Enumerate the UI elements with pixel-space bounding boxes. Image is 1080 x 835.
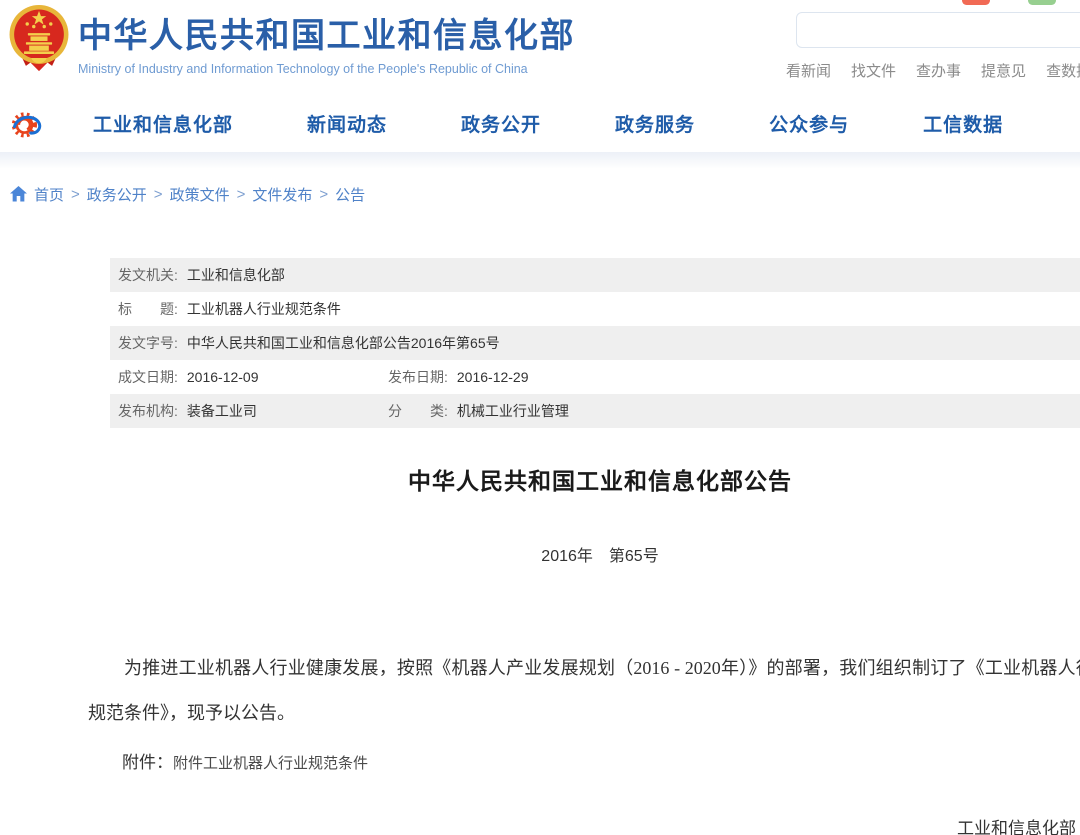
breadcrumb-home[interactable]: 首页 xyxy=(34,184,64,205)
meta-value: 2016-12-09 xyxy=(187,369,259,385)
quick-links: 看新闻 找文件 查办事 提意见 查数据 xyxy=(786,60,1080,81)
nav-item-miit-data[interactable]: 工信数据 xyxy=(923,110,1003,137)
nav-item-miit[interactable]: 工业和信息化部 xyxy=(93,110,233,137)
meta-row-title: 标 题: 工业机器人行业规范条件 xyxy=(110,292,1080,326)
breadcrumb-separator: > xyxy=(154,186,163,203)
site-subtitle-en: Ministry of Industry and Information Tec… xyxy=(78,62,575,76)
meta-label: 成文日期: xyxy=(118,367,178,387)
meta-label: 发文机关: xyxy=(118,265,178,285)
nav-item-gov-services[interactable]: 政务服务 xyxy=(615,110,695,137)
green-button-partial-icon[interactable] xyxy=(1028,0,1056,5)
browser-page: 中华人民共和国工业和信息化部 Ministry of Industry and … xyxy=(0,0,1080,835)
breadcrumb-separator: > xyxy=(319,186,328,203)
meta-label: 发布日期: xyxy=(388,367,448,387)
nav-item-gov-disclosure[interactable]: 政务公开 xyxy=(461,110,541,137)
article-paragraph: 为推进工业机器人行业健康发展，按照《机器人产业发展规划（2016 - 2020年… xyxy=(88,646,1080,736)
article-title: 中华人民共和国工业和信息化部公告 xyxy=(88,462,1080,496)
quick-link-files[interactable]: 找文件 xyxy=(851,60,896,81)
signature-signer: 工业和信息化部 xyxy=(88,813,1076,835)
quick-link-data[interactable]: 查数据 xyxy=(1046,60,1080,81)
quick-link-services[interactable]: 查办事 xyxy=(916,60,961,81)
meta-label: 分 类: xyxy=(388,401,448,421)
attachment-line: 附件：附件工业机器人行业规范条件 xyxy=(88,748,1080,773)
main-nav: 工业和信息化部 新闻动态 政务公开 政务服务 公众参与 工信数据 xyxy=(0,95,1080,152)
meta-label: 标 题: xyxy=(118,299,178,319)
meta-row-dates: 成文日期: 2016-12-09 发布日期: 2016-12-29 xyxy=(110,360,1080,394)
meta-value: 装备工业司 xyxy=(187,401,257,421)
meta-value: 工业机器人行业规范条件 xyxy=(187,299,341,319)
quick-link-news[interactable]: 看新闻 xyxy=(786,60,831,81)
attachment-link[interactable]: 附件工业机器人行业规范条件 xyxy=(173,756,368,772)
meta-row-issuing-authority: 发文机关: 工业和信息化部 xyxy=(110,258,1080,292)
national-emblem-icon[interactable] xyxy=(6,3,72,75)
breadcrumb: 首页 > 政务公开 > 政策文件 > 文件发布 > 公告 xyxy=(0,168,1080,206)
site-title: 中华人民共和国工业和信息化部 xyxy=(78,8,575,57)
breadcrumb-announcement[interactable]: 公告 xyxy=(335,184,365,205)
article-issue-number: 2016年 第65号 xyxy=(88,542,1080,566)
nav-item-public-participation[interactable]: 公众参与 xyxy=(769,110,849,137)
meta-row-document-number: 发文字号: 中华人民共和国工业和信息化部公告2016年第65号 xyxy=(110,326,1080,360)
breadcrumb-policy-files[interactable]: 政策文件 xyxy=(170,184,230,205)
search-input[interactable] xyxy=(796,12,1080,48)
quick-link-feedback[interactable]: 提意见 xyxy=(981,60,1026,81)
document-meta-table: 发文机关: 工业和信息化部 标 题: 工业机器人行业规范条件 发文字号: 中华人… xyxy=(110,258,1080,428)
breadcrumb-file-release[interactable]: 文件发布 xyxy=(252,184,312,205)
meta-label: 发布机构: xyxy=(118,401,178,421)
breadcrumb-separator: > xyxy=(71,186,80,203)
red-button-partial-icon[interactable] xyxy=(962,0,990,5)
meta-value: 中华人民共和国工业和信息化部公告2016年第65号 xyxy=(187,333,500,353)
site-logo-titles[interactable]: 中华人民共和国工业和信息化部 Ministry of Industry and … xyxy=(78,8,575,76)
meta-value: 2016-12-29 xyxy=(457,369,529,385)
signature-block: 工业和信息化部 2016年12月9日 xyxy=(88,813,1080,835)
attachment-label: 附件： xyxy=(122,753,173,772)
breadcrumb-gov-disclosure[interactable]: 政务公开 xyxy=(87,184,147,205)
home-icon[interactable] xyxy=(10,186,27,202)
meta-label: 发文字号: xyxy=(118,333,178,353)
meta-row-publisher-category: 发布机构: 装备工业司 分 类: 机械工业行业管理 xyxy=(110,394,1080,428)
nav-item-news[interactable]: 新闻动态 xyxy=(307,110,387,137)
meta-value: 机械工业行业管理 xyxy=(457,401,569,421)
nav-divider-band xyxy=(0,152,1080,168)
miit-swirl-logo-icon[interactable] xyxy=(10,106,46,142)
breadcrumb-separator: > xyxy=(237,186,246,203)
meta-value: 工业和信息化部 xyxy=(187,265,285,285)
announcement-article: 中华人民共和国工业和信息化部公告 2016年 第65号 为推进工业机器人行业健康… xyxy=(88,462,1080,835)
site-header: 中华人民共和国工业和信息化部 Ministry of Industry and … xyxy=(0,0,1080,95)
